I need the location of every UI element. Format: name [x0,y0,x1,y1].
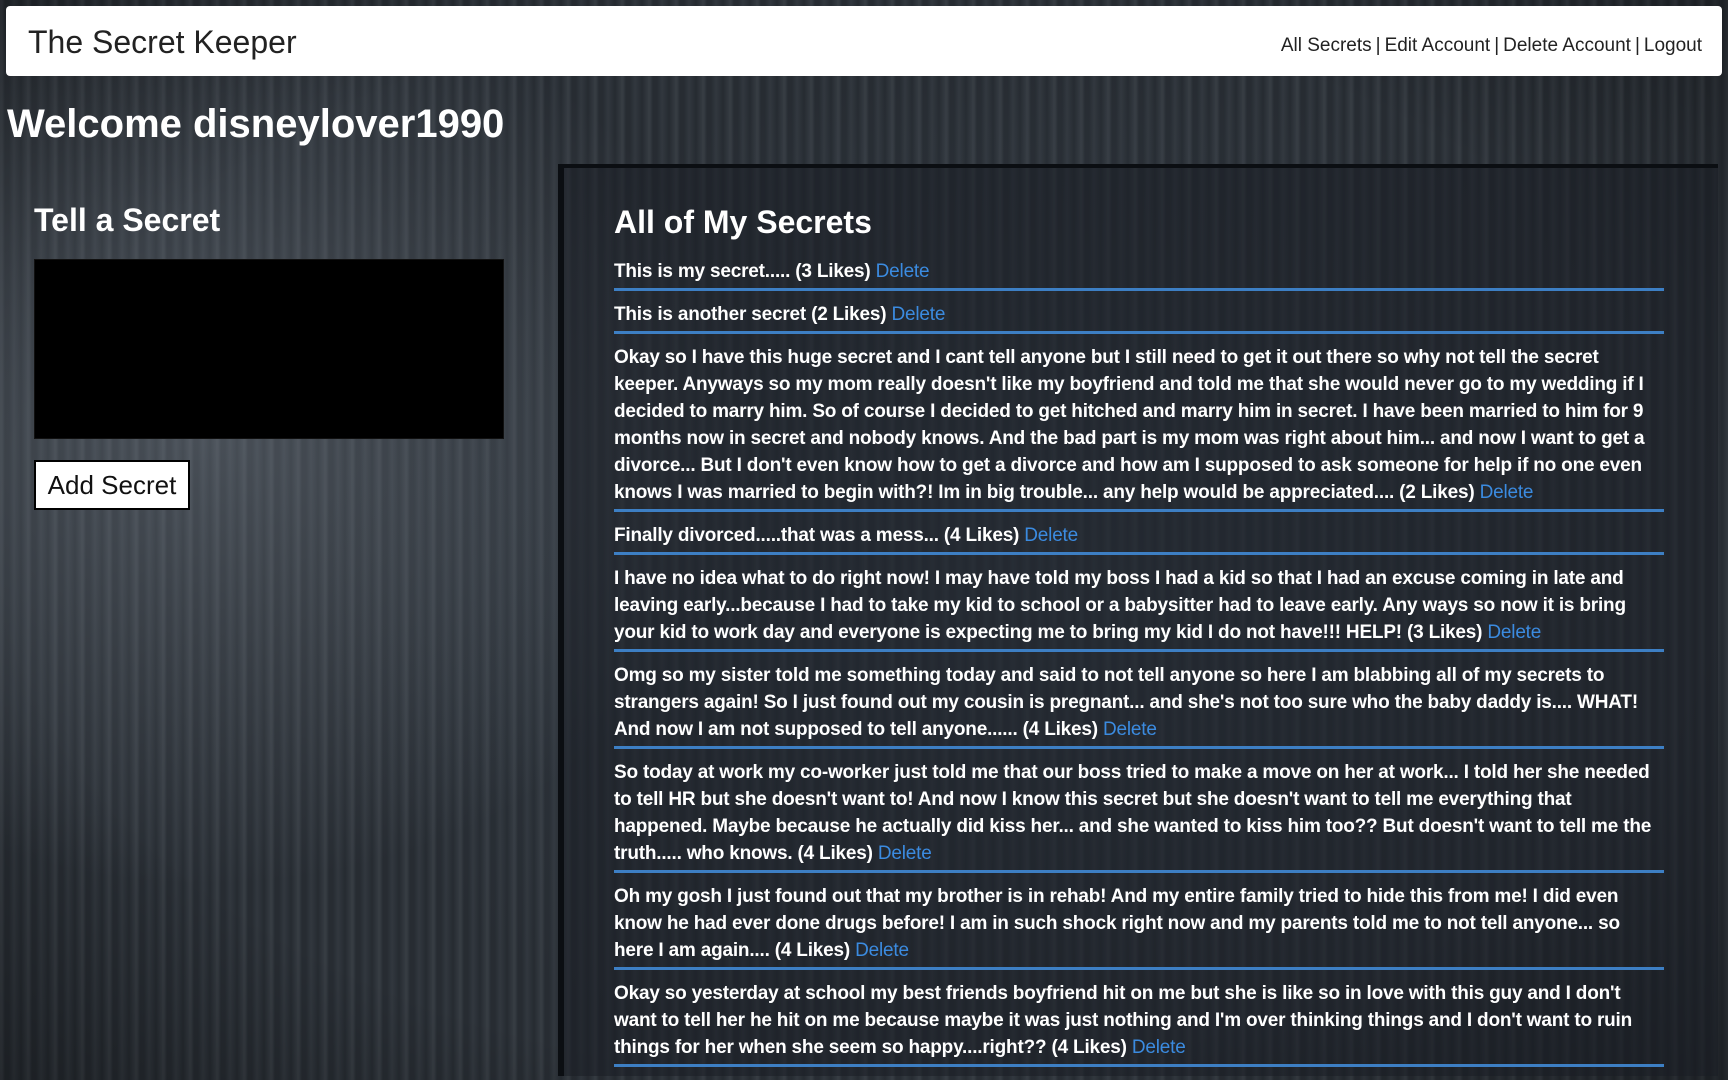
my-secrets-panel: All of My Secrets This is my secret.....… [558,164,1718,1076]
nav-edit-account-link[interactable]: Edit Account [1385,35,1491,56]
secret-text: Okay so yesterday at school my best frie… [614,983,1633,1058]
secret-list-item: I have no idea what to do right now! I m… [614,561,1664,652]
delete-secret-link[interactable]: Delete [1132,1037,1186,1058]
delete-secret-link[interactable]: Delete [891,304,945,325]
top-navbar: The Secret Keeper All Secrets | Edit Accou… [6,6,1722,76]
tell-secret-section: Tell a Secret Add Secret [34,202,504,510]
nav-links: All Secrets | Edit Account | Delete Account |… [1281,36,1702,55]
secret-list-item: Oh my gosh I just found out that my brot… [614,879,1664,970]
delete-secret-link[interactable]: Delete [878,843,932,864]
secret-list-item: Omg so my sister told me something today… [614,658,1664,749]
delete-secret-link[interactable]: Delete [1480,482,1534,503]
brand-title[interactable]: The Secret Keeper [28,26,297,58]
nav-separator: | [1375,35,1381,56]
secret-list-item: This is my secret..... (3 Likes) Delete [614,254,1664,291]
nav-separator: | [1494,35,1500,56]
welcome-heading: Welcome disneylover1990 [7,102,505,146]
secret-list-item: Finally divorced.....that was a mess... … [614,518,1664,555]
secret-list-item: Okay so I have this huge secret and I ca… [614,340,1664,512]
secret-text: I have no idea what to do right now! I m… [614,568,1626,643]
secret-list-item: Okay so yesterday at school my best frie… [614,976,1664,1067]
secret-text: This is my secret..... (3 Likes) [614,261,871,282]
delete-secret-link[interactable]: Delete [1024,525,1078,546]
secrets-list: This is my secret..... (3 Likes) Delete T… [614,254,1664,1067]
secret-text: Finally divorced.....that was a mess... … [614,525,1020,546]
tell-secret-heading: Tell a Secret [34,202,221,238]
secret-text: This is another secret (2 Likes) [614,304,887,325]
secret-text: Oh my gosh I just found out that my brot… [614,886,1620,961]
delete-secret-link[interactable]: Delete [1487,622,1541,643]
secret-text: Okay so I have this huge secret and I ca… [614,347,1645,503]
my-secrets-heading: All of My Secrets [614,204,872,240]
nav-logout-link[interactable]: Logout [1644,35,1702,56]
nav-separator: | [1634,35,1640,56]
delete-secret-link[interactable]: Delete [876,261,930,282]
delete-secret-link[interactable]: Delete [1103,719,1157,740]
secret-text: So today at work my co-worker just told … [614,762,1652,864]
secret-list-item: This is another secret (2 Likes) Delete [614,297,1664,334]
my-secrets-list-container: All of My Secrets This is my secret.....… [614,206,1664,1073]
nav-delete-account-link[interactable]: Delete Account [1503,35,1631,56]
secret-textarea[interactable] [34,259,504,439]
add-secret-button[interactable]: Add Secret [34,460,190,510]
nav-all-secrets-link[interactable]: All Secrets [1281,35,1372,56]
secret-list-item: So today at work my co-worker just told … [614,755,1664,873]
delete-secret-link[interactable]: Delete [855,940,909,961]
